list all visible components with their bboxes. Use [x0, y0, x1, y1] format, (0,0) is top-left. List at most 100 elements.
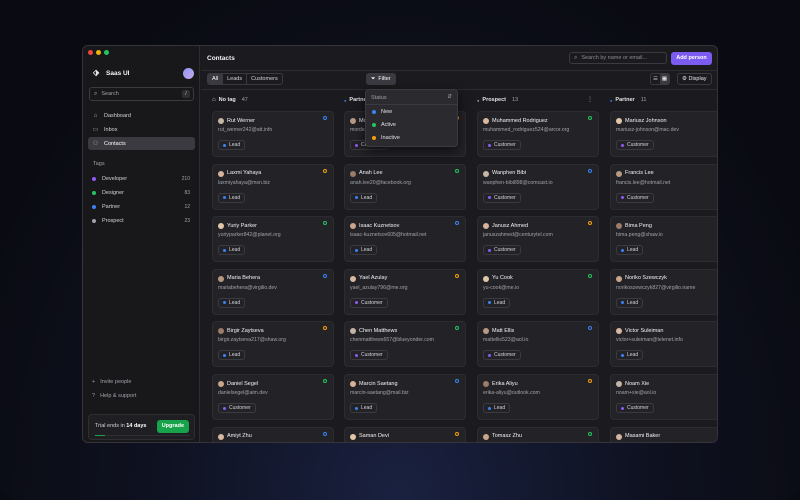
contact-card[interactable]: Janusz Ahmed januszahmed@centurytel.com Cu…	[477, 216, 599, 263]
badge-dot	[488, 248, 491, 252]
upgrade-button[interactable]: Upgrade	[156, 420, 189, 433]
users-icon: ⚇	[92, 141, 99, 147]
avatar	[616, 328, 622, 335]
contact-card[interactable]: Isaac Kuznetsov isaac-kuznetsov605@hotmai…	[344, 216, 466, 263]
sidebar-item-inbox[interactable]: ▭ Inbox	[88, 123, 195, 136]
contact-email: chenmatthews657@blueyonder.com	[350, 337, 434, 344]
filter-option-active[interactable]: Active	[372, 122, 396, 128]
contact-card[interactable]: Amiyt Zhu	[212, 426, 334, 442]
column-header: ⌂ No tag 47	[212, 97, 248, 103]
avatar	[218, 328, 224, 335]
status-indicator	[323, 273, 327, 278]
contact-card[interactable]: Rut Werner rut_werner242@att.info Lead	[212, 111, 334, 157]
segment-customers[interactable]: Customers	[247, 74, 282, 84]
contact-card[interactable]: Yuriy Parker yuriyparker842@planet.org Lea…	[212, 216, 334, 263]
badge-dot	[223, 406, 226, 410]
sidebar-item-contacts[interactable]: ⚇ Contacts	[88, 137, 195, 150]
avatar	[616, 118, 622, 124]
contact-card[interactable]: Noriko Szewczyk norikoszewczyk827@virgili…	[610, 268, 717, 315]
tag-color-dot	[92, 177, 96, 181]
badge-dot	[621, 406, 624, 410]
contact-email: danielsegel@aim.dev	[218, 390, 268, 396]
sidebar-tag-prospect[interactable]: Prospect 23	[92, 215, 190, 227]
contact-card[interactable]: Maria Behera mariabehera@virgilio.dev Lead	[212, 268, 334, 315]
brand[interactable]: ⬗ Saas UI	[93, 69, 130, 77]
badge-dot	[488, 301, 491, 305]
column-header: ● Prospect 13	[477, 97, 518, 103]
contact-email: victor+suleiman@telenet.info	[616, 337, 683, 344]
column-title: Prospect	[482, 97, 506, 103]
user-avatar[interactable]	[183, 68, 194, 79]
contact-card[interactable]: Masami Baker	[610, 426, 717, 442]
contact-email: bima.peng@shaw.io	[616, 232, 663, 239]
contact-name: Tomasz Zhu	[492, 433, 522, 440]
contact-card[interactable]: Muhammed Rodriguez muhammed_rodriguez524@…	[477, 111, 599, 157]
invite-people-button[interactable]: + Invite people	[92, 379, 131, 385]
trial-progress-fill	[95, 434, 105, 436]
column-menu-icon[interactable]: ⋮	[587, 96, 593, 103]
contact-card[interactable]: Wanphen Bibi wanphen-bibi898@comcast.io Cu…	[477, 163, 599, 210]
contact-card[interactable]: Daniel Segel danielsegel@aim.dev Customer	[212, 374, 334, 420]
contact-name: Matt Ellis	[492, 327, 515, 334]
filter-dropdown: Status ⇵ New Active Inactive	[365, 89, 458, 147]
board-view-icon[interactable]: ▦	[660, 74, 669, 84]
contact-card[interactable]: Chen Matthews chenmatthews657@blueyonder.…	[344, 321, 466, 368]
contact-card[interactable]: Erika Aliyu erika-aliyu@outlook.com Lead	[477, 374, 599, 420]
badge-dot	[488, 196, 491, 200]
badge-dot	[223, 353, 226, 357]
contact-card[interactable]: Francis Lee francis.lee@hotmail.net Custom…	[610, 163, 717, 210]
segment-all[interactable]: All	[208, 74, 224, 84]
display-button[interactable]: ⚙ Display	[677, 73, 712, 85]
contact-card[interactable]: Mariusz Johnson mariusz-johnson@mac.dev Cu…	[610, 111, 717, 157]
contact-name: Muhammed Rodriguez	[492, 117, 548, 124]
maximize-window-button[interactable]	[104, 50, 109, 55]
contact-card[interactable]: Yael Azulay yael_azulay796@me.org Customer	[344, 268, 466, 315]
filter-option-label: Inactive	[381, 135, 400, 141]
sidebar-tag-developer[interactable]: Developer 210	[92, 173, 190, 185]
contact-card[interactable]: Laxmi Yahaya laxmiyahaya@msn.biz Lead	[212, 163, 334, 210]
contact-card[interactable]: Victor Suleiman victor+suleiman@telenet.i…	[610, 321, 717, 368]
column-count: 47	[241, 97, 248, 103]
help-support-button[interactable]: ? Help & support	[92, 393, 136, 399]
status-indicator	[588, 431, 592, 436]
badge-dot	[355, 196, 358, 200]
contact-card[interactable]: Noam Xie noam+xie@aol.io Customer	[610, 374, 717, 420]
segment-leads[interactable]: Leads	[223, 74, 248, 84]
badge-label: Lead	[494, 299, 506, 306]
contact-card[interactable]: Tomasz Zhu	[477, 426, 599, 442]
filter-button[interactable]: ⏷ Filter	[366, 73, 396, 85]
invite-label: Invite people	[100, 379, 132, 385]
contact-card[interactable]: Matt Ellis mattellis523@aol.io Customer	[477, 321, 599, 368]
sidebar-tag-designer[interactable]: Designer 83	[92, 187, 190, 199]
contact-type-badge: Lead	[483, 297, 511, 308]
contact-type-badge: Customer	[616, 192, 654, 203]
avatar	[350, 381, 356, 387]
sidebar-item-dashboard[interactable]: ⌂ Dashboard	[88, 109, 195, 122]
sidebar-tag-partner[interactable]: Partner 12	[92, 201, 190, 213]
close-window-button[interactable]	[88, 50, 93, 55]
badge-label: Lead	[361, 194, 373, 201]
filter-option-inactive[interactable]: Inactive	[372, 135, 400, 141]
dot-icon: ●	[477, 97, 480, 103]
minimize-window-button[interactable]	[96, 50, 101, 55]
list-view-icon[interactable]: ☰	[651, 74, 660, 84]
sidebar-search-input[interactable]: ⌕ Search /	[89, 87, 194, 101]
tag-count: 23	[184, 218, 190, 224]
contact-card[interactable]: Anah Lee anah.lee20@facebook.org Lead	[344, 163, 466, 210]
contact-card[interactable]: Bima Peng bima.peng@shaw.io Lead	[610, 216, 717, 263]
filter-option-new[interactable]: New	[372, 109, 392, 115]
search-icon: ⌕	[94, 90, 98, 97]
badge-label: Customer	[229, 405, 251, 411]
add-person-button[interactable]: Add person	[671, 52, 712, 65]
filter-option-label: Active	[381, 122, 396, 128]
contact-card[interactable]: Yu Cook yu-cook@me.io Lead	[477, 268, 599, 315]
contact-card[interactable]: Birgir Zaytseva birgir.zaytseva217@shaw.o…	[212, 321, 334, 368]
people-search-input[interactable]: ⌕ Search by name or email...	[569, 52, 667, 64]
main-content: Contacts ⌕ Search by name or email... Ad…	[201, 46, 717, 442]
badge-label: Customer	[494, 194, 516, 201]
contact-card[interactable]: Marcin Saetang marcin-saetang@mail.biz Lea…	[344, 374, 466, 420]
avatar	[218, 381, 224, 387]
avatar	[616, 170, 622, 177]
contact-card[interactable]: Saman Devi	[344, 426, 466, 442]
sort-icon[interactable]: ⇵	[447, 94, 452, 100]
